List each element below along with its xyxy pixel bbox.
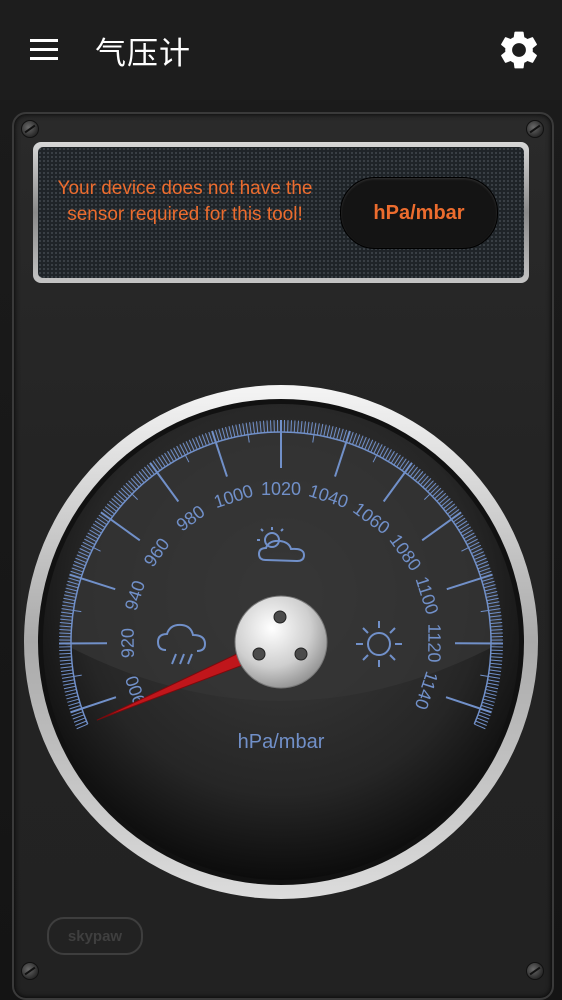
- gauge-hub: [234, 595, 328, 689]
- gauge-minor-tick: [490, 652, 503, 655]
- gauge-scale-label: 1120: [424, 624, 444, 663]
- hub-screw-top: [273, 610, 287, 624]
- gauge-minor-tick: [490, 629, 503, 631]
- gauge-scale-label: 1020: [261, 479, 301, 499]
- gauge-minor-tick: [59, 629, 72, 631]
- gauge-unit-label: hPa/mbar: [238, 731, 325, 753]
- gauge-minor-tick: [59, 652, 72, 655]
- brand-logo-text: skypaw: [67, 927, 123, 945]
- gauge-scale-label: 920: [118, 628, 138, 658]
- hub-screw-right: [294, 647, 308, 661]
- hub-screw-left: [252, 647, 266, 661]
- brand-logo: skypaw: [47, 917, 143, 955]
- gauge-minor-tick: [290, 420, 293, 433]
- barometer-gauge: 9009209409609801000 1020 10401060108011001…: [24, 385, 538, 899]
- gauge-minor-tick: [269, 420, 272, 433]
